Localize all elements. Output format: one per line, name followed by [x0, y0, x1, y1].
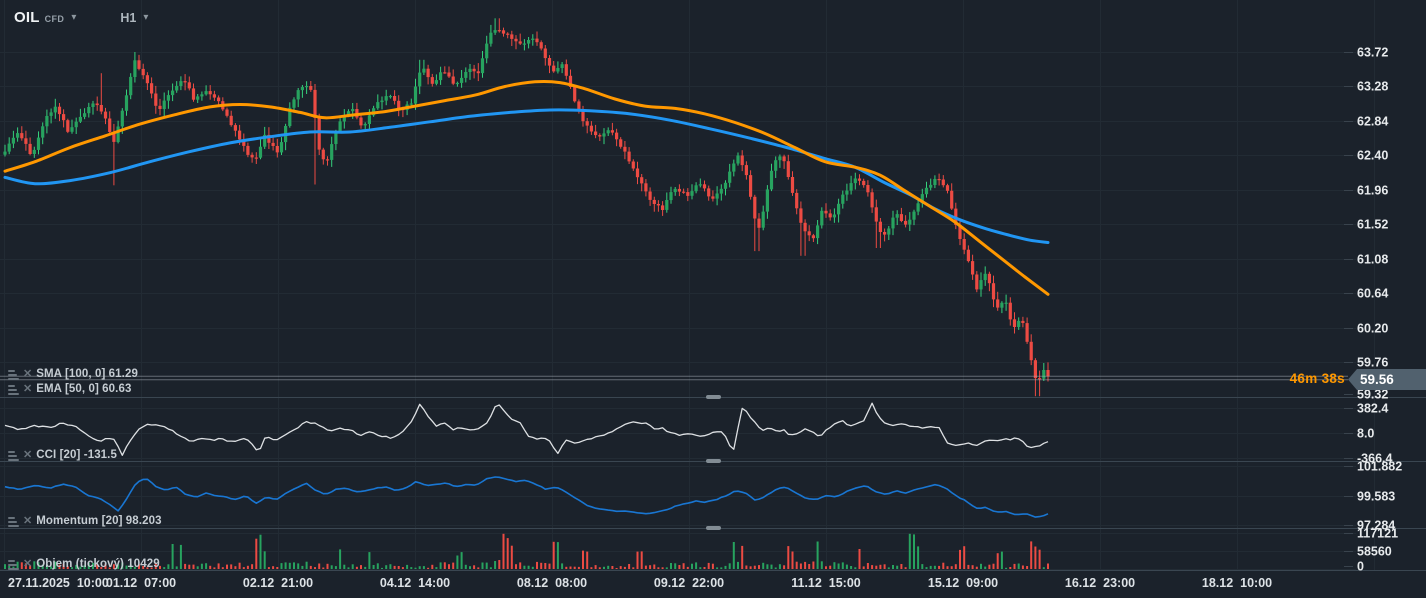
chart-toolbar: OIL CFD ▾ H1 ▾: [14, 9, 148, 26]
axis-label: 61.08: [1357, 253, 1388, 267]
indicator-settings-icon[interactable]: [8, 516, 19, 527]
indicator-settings-icon[interactable]: [8, 384, 19, 395]
axis-label: 99.583: [1357, 490, 1395, 504]
price-chart-canvas[interactable]: 63.72 63.28 62.84 62.40 61.96 61.52 61.08 60.64…: [0, 0, 1426, 598]
time-axis-label: 18.12 10:00: [1202, 576, 1272, 590]
axis-label: 63.28: [1357, 80, 1388, 94]
time-axis-label: 15.12 09:00: [928, 576, 998, 590]
time-axis-label: 11.12 15:00: [791, 576, 861, 590]
time-axis-label: 09.12 22:00: [654, 576, 724, 590]
axis-label: 62.40: [1357, 149, 1388, 163]
indicator-legend-volume: ✕ Objem (tickový) 10429: [8, 557, 160, 571]
indicator-label: EMA [50, 0] 60.63: [36, 383, 131, 395]
time-axis-label: 08.12 08:00: [517, 576, 587, 590]
chevron-down-icon: ▾: [71, 12, 76, 23]
axis-label: 101.882: [1357, 460, 1402, 474]
time-axis-label: 01.12 07:00: [106, 576, 176, 590]
bar-countdown-timer: 46m 38s: [1240, 371, 1345, 386]
panel-resize-handle[interactable]: [706, 459, 721, 463]
time-axis-label: 27.11.2025 10:00: [8, 576, 109, 590]
instrument-type-label: CFD: [45, 14, 65, 24]
indicator-legend-sma: ✕ SMA [100, 0] 61.29: [8, 367, 138, 381]
timeframe-label: H1: [120, 11, 136, 25]
axis-label: 60.64: [1357, 287, 1388, 301]
axis-label: 62.84: [1357, 115, 1388, 129]
chevron-down-icon: ▾: [143, 12, 148, 23]
indicator-remove-icon[interactable]: ✕: [23, 368, 32, 380]
axis-label: 61.52: [1357, 218, 1388, 232]
indicator-legend-cci: ✕ CCI [20] -131.5: [8, 448, 117, 462]
axis-label: 61.96: [1357, 184, 1388, 198]
symbol-selector[interactable]: OIL CFD ▾: [14, 9, 76, 26]
current-price-value: 59.56: [1348, 372, 1394, 387]
panel-resize-handle[interactable]: [706, 526, 721, 530]
axis-label: 58560: [1357, 545, 1392, 559]
trading-chart-app: 63.72 63.28 62.84 62.40 61.96 61.52 61.08 60.64…: [0, 0, 1426, 598]
axis-label: 59.76: [1357, 356, 1388, 370]
current-price-tag: 59.56: [1348, 369, 1426, 390]
indicator-settings-icon[interactable]: [8, 369, 19, 380]
symbol-name: OIL: [14, 9, 40, 26]
panel-resize-handle[interactable]: [706, 395, 721, 399]
axis-label: 8.0: [1357, 427, 1374, 441]
indicator-legend-ema: ✕ EMA [50, 0] 60.63: [8, 382, 131, 396]
indicator-settings-icon[interactable]: [8, 450, 19, 461]
axis-label: 382.4: [1357, 402, 1388, 416]
indicator-label: Momentum [20] 98.203: [36, 515, 161, 527]
time-axis[interactable]: 27.11.2025 10:0001.12 07:00 02.12 21:00 04…: [0, 570, 1426, 598]
indicator-label: Objem (tickový) 10429: [36, 558, 160, 570]
timeframe-selector[interactable]: H1 ▾: [120, 11, 148, 25]
axis-label: 63.72: [1357, 46, 1388, 60]
indicator-label: SMA [100, 0] 61.29: [36, 368, 138, 380]
indicator-remove-icon[interactable]: ✕: [23, 515, 32, 527]
axis-label: 117121: [1357, 527, 1398, 541]
indicator-remove-icon[interactable]: ✕: [23, 449, 32, 461]
indicator-legend-momentum: ✕ Momentum [20] 98.203: [8, 514, 162, 528]
time-axis-label: 04.12 14:00: [380, 576, 450, 590]
indicator-remove-icon[interactable]: ✕: [23, 558, 32, 570]
indicator-settings-icon[interactable]: [8, 559, 19, 570]
indicator-remove-icon[interactable]: ✕: [23, 383, 32, 395]
time-axis-label: 02.12 21:00: [243, 576, 313, 590]
time-axis-label: 16.12 23:00: [1065, 576, 1135, 590]
indicator-label: CCI [20] -131.5: [36, 449, 117, 461]
axis-label: 60.20: [1357, 322, 1388, 336]
